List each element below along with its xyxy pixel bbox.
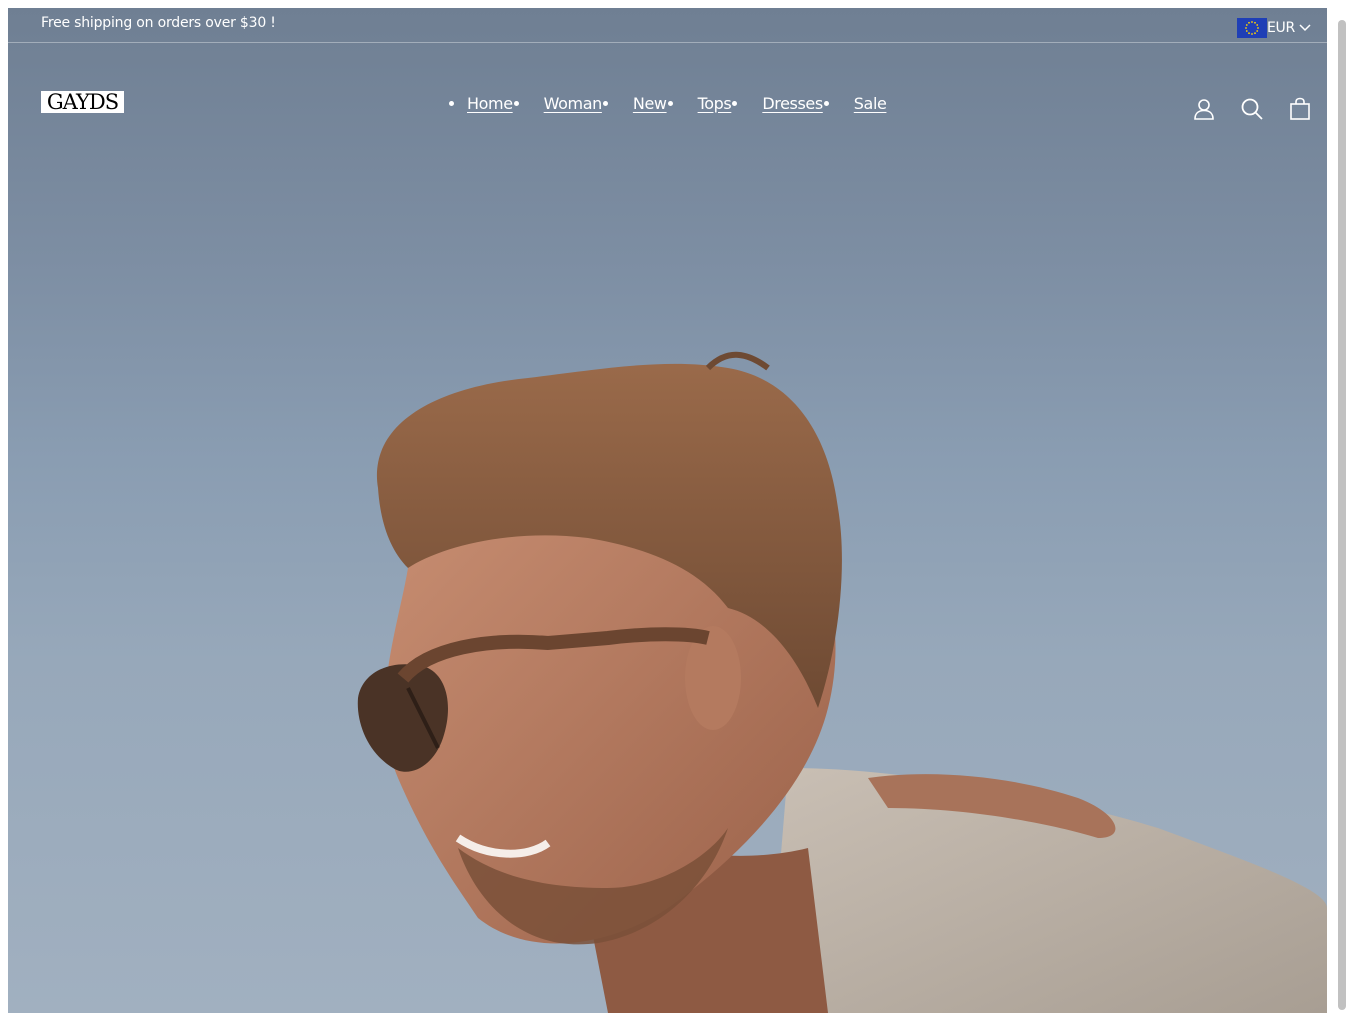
chevron-down-icon	[1299, 20, 1311, 36]
nav-bullet	[667, 100, 673, 106]
nav-bullet	[513, 100, 519, 106]
search-icon[interactable]	[1240, 97, 1264, 121]
page-scrollbar[interactable]	[1334, 8, 1350, 1013]
currency-label: EUR	[1267, 20, 1295, 36]
nav-bullet	[732, 100, 738, 106]
page-frame: Free shipping on orders over $30 ! EUR G…	[8, 8, 1327, 1013]
nav-woman[interactable]: Woman	[544, 94, 603, 113]
nav-bullet	[823, 100, 829, 106]
eu-flag-icon	[1237, 18, 1267, 38]
main-nav: Home Woman New Tops Dresses Sale	[448, 90, 887, 116]
nav-new[interactable]: New	[633, 94, 667, 113]
nav-dresses[interactable]: Dresses	[762, 94, 823, 113]
currency-selector[interactable]: EUR	[1237, 18, 1311, 38]
cart-icon[interactable]	[1288, 97, 1312, 121]
announcement-bar: Free shipping on orders over $30 ! EUR	[8, 8, 1327, 43]
logo[interactable]: GAYDS	[41, 91, 124, 113]
nav-bullet	[449, 100, 454, 106]
announcement-text: Free shipping on orders over $30 !	[41, 15, 276, 31]
site-header: GAYDS Home Woman New Tops Dresses Sale	[8, 43, 1327, 163]
nav-bullet	[602, 100, 608, 106]
account-icon[interactable]	[1192, 97, 1216, 121]
nav-tops[interactable]: Tops	[698, 94, 732, 113]
nav-sale[interactable]: Sale	[854, 94, 887, 113]
scrollbar-thumb[interactable]	[1338, 20, 1346, 1010]
nav-home[interactable]: Home	[467, 94, 513, 113]
